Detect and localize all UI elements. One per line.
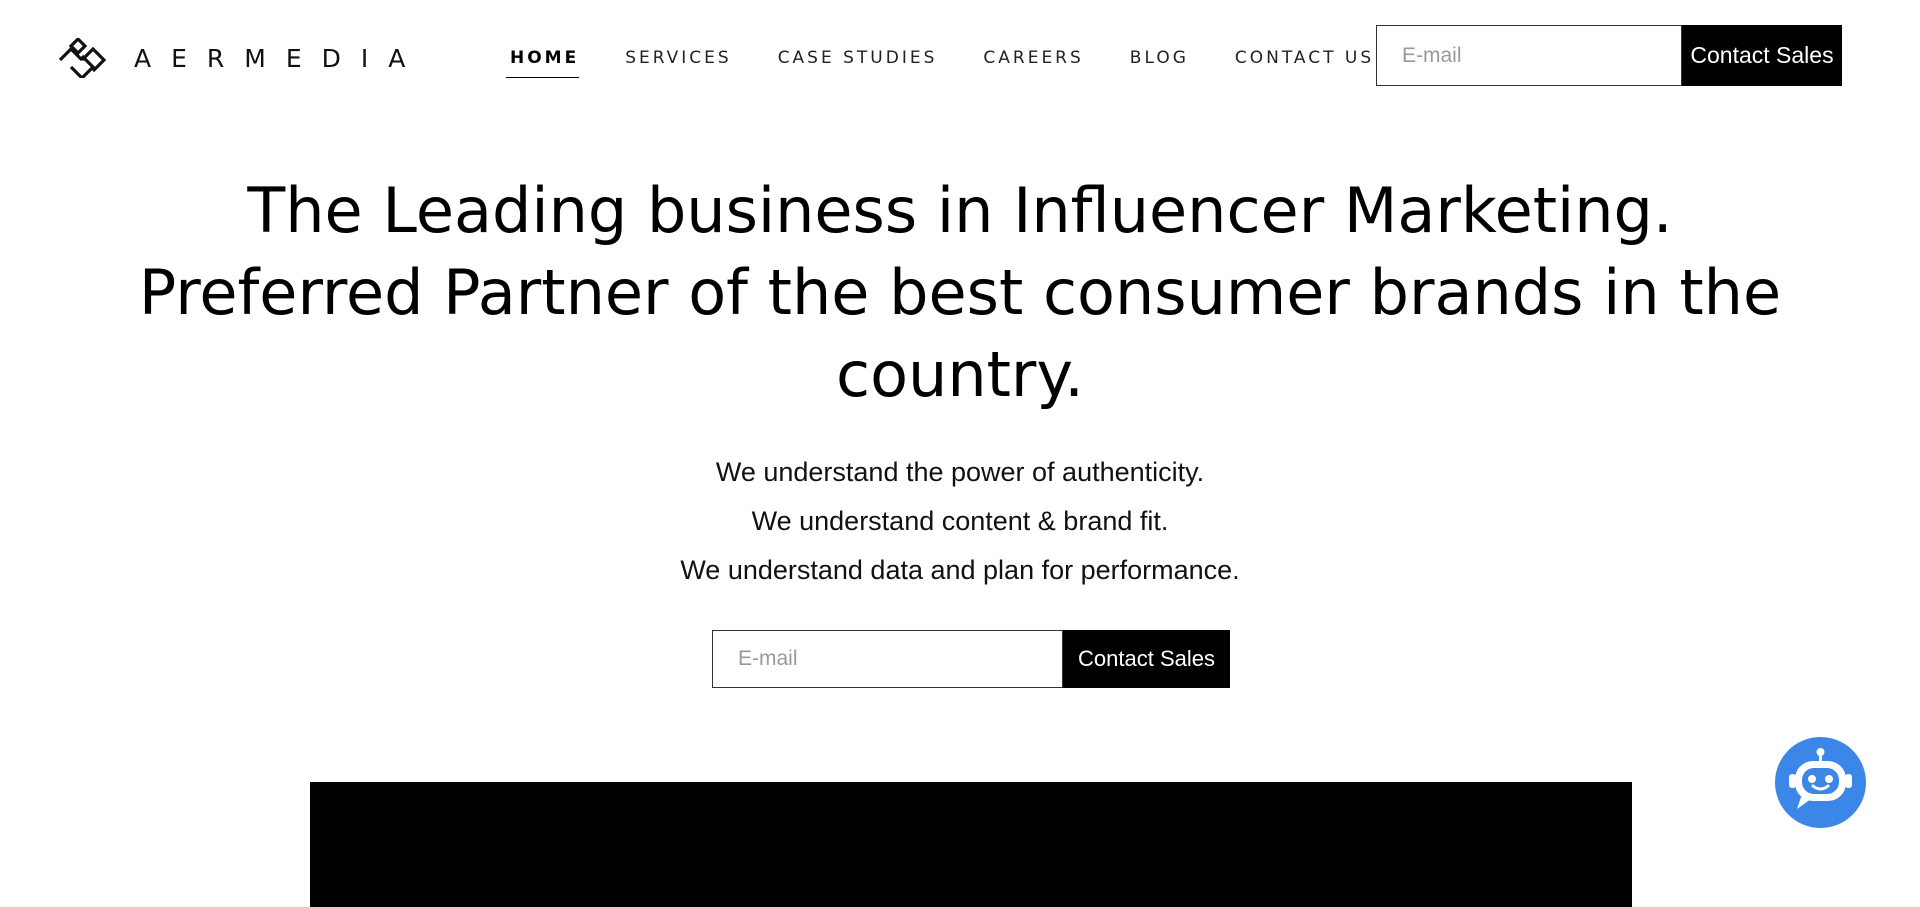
hero-title-line: Preferred Partner of the best consumer b… bbox=[138, 256, 1782, 329]
header-contact-sales-button[interactable]: Contact Sales bbox=[1682, 25, 1842, 86]
hero-title-line: The Leading business in Influencer Marke… bbox=[247, 174, 1673, 247]
video-player[interactable] bbox=[310, 782, 1632, 907]
nav-item-services[interactable]: SERVICES bbox=[625, 48, 731, 78]
brand-logo[interactable]: AERMEDIA bbox=[58, 38, 425, 78]
hero-title: The Leading business in Influencer Marke… bbox=[0, 170, 1920, 416]
hero-contact-form: E-mail Contact Sales bbox=[712, 630, 1230, 688]
aermedia-diamond-logo-icon bbox=[58, 38, 106, 78]
main-nav: HOME SERVICES CASE STUDIES CAREERS BLOG … bbox=[505, 48, 1420, 78]
brand-name: AERMEDIA bbox=[134, 43, 426, 73]
chat-bot-icon bbox=[1789, 748, 1852, 809]
hero-title-line: country. bbox=[836, 338, 1084, 411]
tagline: We understand the power of authenticity. bbox=[715, 457, 1205, 487]
nav-item-blog[interactable]: BLOG bbox=[1130, 48, 1189, 78]
site-header: AERMEDIA HOME SERVICES CASE STUDIES CARE… bbox=[0, 0, 1920, 115]
chat-widget-button[interactable] bbox=[1775, 737, 1866, 828]
tagline: We understand content & brand fit. bbox=[751, 506, 1169, 536]
header-email-input[interactable]: E-mail bbox=[1376, 25, 1682, 86]
nav-item-home[interactable]: HOME bbox=[505, 48, 580, 78]
nav-item-contact-us[interactable]: CONTACT US bbox=[1235, 48, 1374, 78]
nav-item-careers[interactable]: CAREERS bbox=[983, 48, 1083, 78]
hero-taglines: We understand the power of authenticity.… bbox=[0, 448, 1920, 595]
nav-item-case-studies[interactable]: CASE STUDIES bbox=[778, 48, 938, 78]
tagline: We understand data and plan for performa… bbox=[680, 555, 1240, 585]
hero-contact-sales-button[interactable]: Contact Sales bbox=[1063, 630, 1230, 688]
header-contact-form: E-mail Contact Sales bbox=[1376, 25, 1842, 86]
hero-email-input[interactable]: E-mail bbox=[712, 630, 1063, 688]
